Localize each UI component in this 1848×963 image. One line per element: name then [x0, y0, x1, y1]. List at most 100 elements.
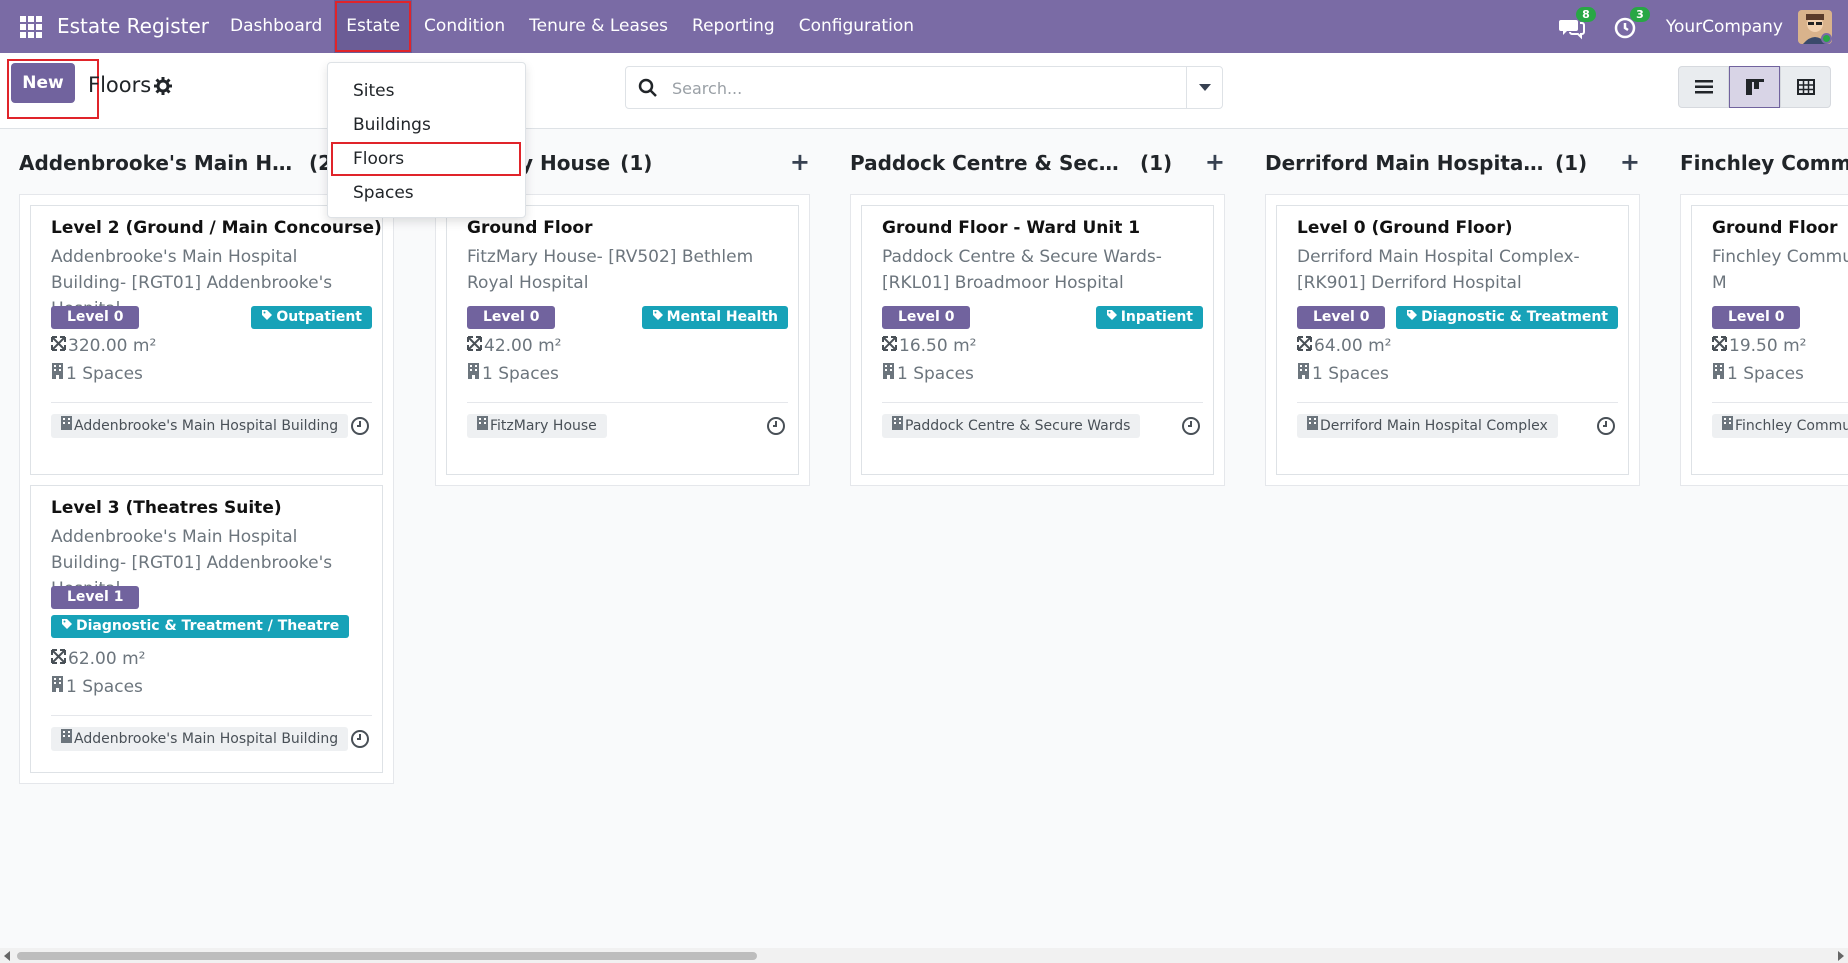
area-metric: 42.00 m²	[467, 336, 561, 356]
usage-tag-label: Outpatient	[276, 309, 362, 325]
building-chip[interactable]: Paddock Centre & Secure Wards	[882, 414, 1141, 438]
dropdown-item-floors[interactable]: Floors	[331, 142, 521, 176]
column-body: Level 0 (Ground Floor) Derriford Main Hos…	[1265, 194, 1640, 486]
company-switcher[interactable]: YourCompany	[1666, 17, 1783, 37]
menu-dashboard[interactable]: Dashboard	[218, 0, 334, 53]
list-view-button[interactable]	[1678, 66, 1729, 108]
messages-icon[interactable]: 8	[1558, 6, 1596, 41]
activity-clock-icon[interactable]	[1181, 416, 1201, 436]
column-add-icon[interactable]: +	[1205, 148, 1225, 176]
kanban-column: Addenbrooke's Main Hosp...(2)+Level 2 (G…	[19, 130, 394, 940]
search-options-toggle[interactable]	[1186, 67, 1222, 108]
search-input[interactable]	[672, 75, 1152, 101]
level-tag: Level 0	[1297, 306, 1386, 329]
building-chip-label: Addenbrooke's Main Hospital Building	[74, 731, 339, 747]
area-value: 16.50 m²	[899, 336, 977, 356]
spaces-value: 1 Spaces	[897, 363, 974, 384]
card-title: Ground Floor	[467, 218, 593, 238]
column-title: Derriford Main Hospital C...	[1265, 151, 1545, 175]
scroll-right-arrow[interactable]	[1838, 951, 1844, 961]
control-panel: New Floors	[0, 53, 1848, 129]
card-divider	[467, 402, 788, 403]
card-subtitle: FitzMary House- [RV502] Bethlem Royal Ho…	[467, 247, 754, 293]
usage-tag-label: Diagnostic & Treatment	[1421, 309, 1608, 325]
column-add-icon[interactable]: +	[790, 148, 810, 176]
activity-clock-icon[interactable]	[350, 729, 370, 749]
building-chip[interactable]: FitzMary House	[467, 414, 607, 438]
tag-icon	[652, 306, 664, 329]
kanban-column: Derriford Main Hospital C... (1) + Level 0 …	[1265, 130, 1640, 940]
usage-tag: Diagnostic & Treatment / Theatre	[51, 615, 350, 638]
building-chip-icon	[61, 727, 74, 751]
search-icon	[638, 78, 658, 98]
building-chip-label: Finchley Commun	[1735, 418, 1848, 434]
column-add-icon[interactable]: +	[1620, 148, 1640, 176]
spaces-value: 1 Spaces	[1727, 363, 1804, 384]
building-icon	[51, 363, 66, 384]
area-icon	[51, 649, 68, 669]
area-icon	[1712, 336, 1729, 356]
top-navbar: Estate Register Dashboard Estate Conditi…	[0, 0, 1848, 53]
spaces-metric: 1 Spaces	[467, 363, 559, 384]
area-value: 42.00 m²	[484, 336, 562, 356]
card-title: Level 0 (Ground Floor)	[1297, 218, 1513, 238]
floor-card[interactable]: Ground Floor - Ward Unit 1 Paddock Centre…	[861, 205, 1214, 475]
user-avatar[interactable]	[1798, 9, 1832, 44]
kanban-view-button[interactable]	[1729, 66, 1780, 108]
card-title: Level 3 (Theatres Suite)	[51, 498, 282, 518]
column-body: Ground Floor Finchley Communi [RV3HA] Fin…	[1680, 194, 1848, 486]
building-icon	[882, 363, 897, 384]
activity-clock-icon[interactable]: 3	[1612, 6, 1650, 41]
building-chip[interactable]: Addenbrooke's Main Hospital Building	[51, 727, 349, 751]
kanban-column: Paddock Centre & Secure ... (1) + Ground Fl…	[850, 130, 1225, 940]
menu-tenure-leases[interactable]: Tenure & Leases	[517, 0, 680, 53]
card-divider	[1297, 402, 1618, 403]
search-box	[625, 66, 1223, 109]
area-icon	[882, 336, 899, 356]
building-chip-icon	[477, 414, 490, 438]
activity-clock-icon[interactable]	[1596, 416, 1616, 436]
new-button[interactable]: New	[11, 63, 75, 103]
building-chip[interactable]: Finchley Commun	[1712, 414, 1848, 438]
app-brand[interactable]: Estate Register	[57, 14, 209, 38]
pivot-view-button[interactable]	[1780, 66, 1831, 108]
page-title: Floors	[88, 73, 152, 97]
column-header[interactable]: Finchley Commun	[1680, 148, 1848, 178]
building-chip-icon	[61, 414, 74, 438]
building-chip-label: Paddock Centre & Secure Wards	[905, 418, 1131, 434]
floor-card[interactable]: Level 2 (Ground / Main Concourse) Addenbr…	[30, 205, 383, 475]
usage-tag-label: Inpatient	[1120, 309, 1193, 325]
level-tag: Level 0	[51, 306, 140, 329]
menu-reporting[interactable]: Reporting	[680, 0, 787, 53]
scrollbar-thumb[interactable]	[17, 952, 757, 960]
floor-card[interactable]: Ground Floor FitzMary House- [RV502] Beth…	[446, 205, 799, 475]
apps-menu-icon[interactable]	[20, 16, 42, 38]
dropdown-item-buildings[interactable]: Buildings	[328, 108, 527, 142]
tag-icon	[1106, 306, 1118, 329]
menu-condition[interactable]: Condition	[412, 0, 517, 53]
column-header[interactable]: Paddock Centre & Secure ... (1) +	[850, 148, 1225, 178]
spaces-metric: 1 Spaces	[1712, 363, 1804, 384]
building-chip[interactable]: Addenbrooke's Main Hospital Building	[51, 414, 349, 438]
floor-card[interactable]: Ground Floor Finchley Communi [RV3HA] Fin…	[1691, 205, 1848, 475]
dropdown-item-sites[interactable]: Sites	[328, 74, 527, 108]
gear-icon[interactable]	[154, 77, 172, 95]
usage-tag: Diagnostic & Treatment	[1396, 306, 1618, 329]
menu-estate[interactable]: Estate	[334, 0, 413, 53]
scroll-left-arrow[interactable]	[4, 951, 10, 961]
area-icon	[1297, 336, 1314, 356]
building-chip-label: FitzMary House	[490, 418, 597, 434]
area-metric: 16.50 m²	[882, 336, 976, 356]
area-metric: 320.00 m²	[51, 336, 156, 356]
floor-card[interactable]: Level 0 (Ground Floor) Derriford Main Hos…	[1276, 205, 1629, 475]
column-count: (1)	[1140, 151, 1173, 175]
building-chip[interactable]: Derriford Main Hospital Complex	[1297, 414, 1558, 438]
dropdown-item-spaces[interactable]: Spaces	[328, 176, 527, 210]
menu-configuration[interactable]: Configuration	[787, 0, 926, 53]
activity-clock-icon[interactable]	[766, 416, 786, 436]
card-divider	[51, 715, 372, 716]
floor-card[interactable]: Level 3 (Theatres Suite) Addenbrooke's Ma…	[30, 485, 383, 773]
column-header[interactable]: Derriford Main Hospital C... (1) +	[1265, 148, 1640, 178]
activity-clock-icon[interactable]	[350, 416, 370, 436]
horizontal-scrollbar[interactable]	[0, 948, 1848, 963]
